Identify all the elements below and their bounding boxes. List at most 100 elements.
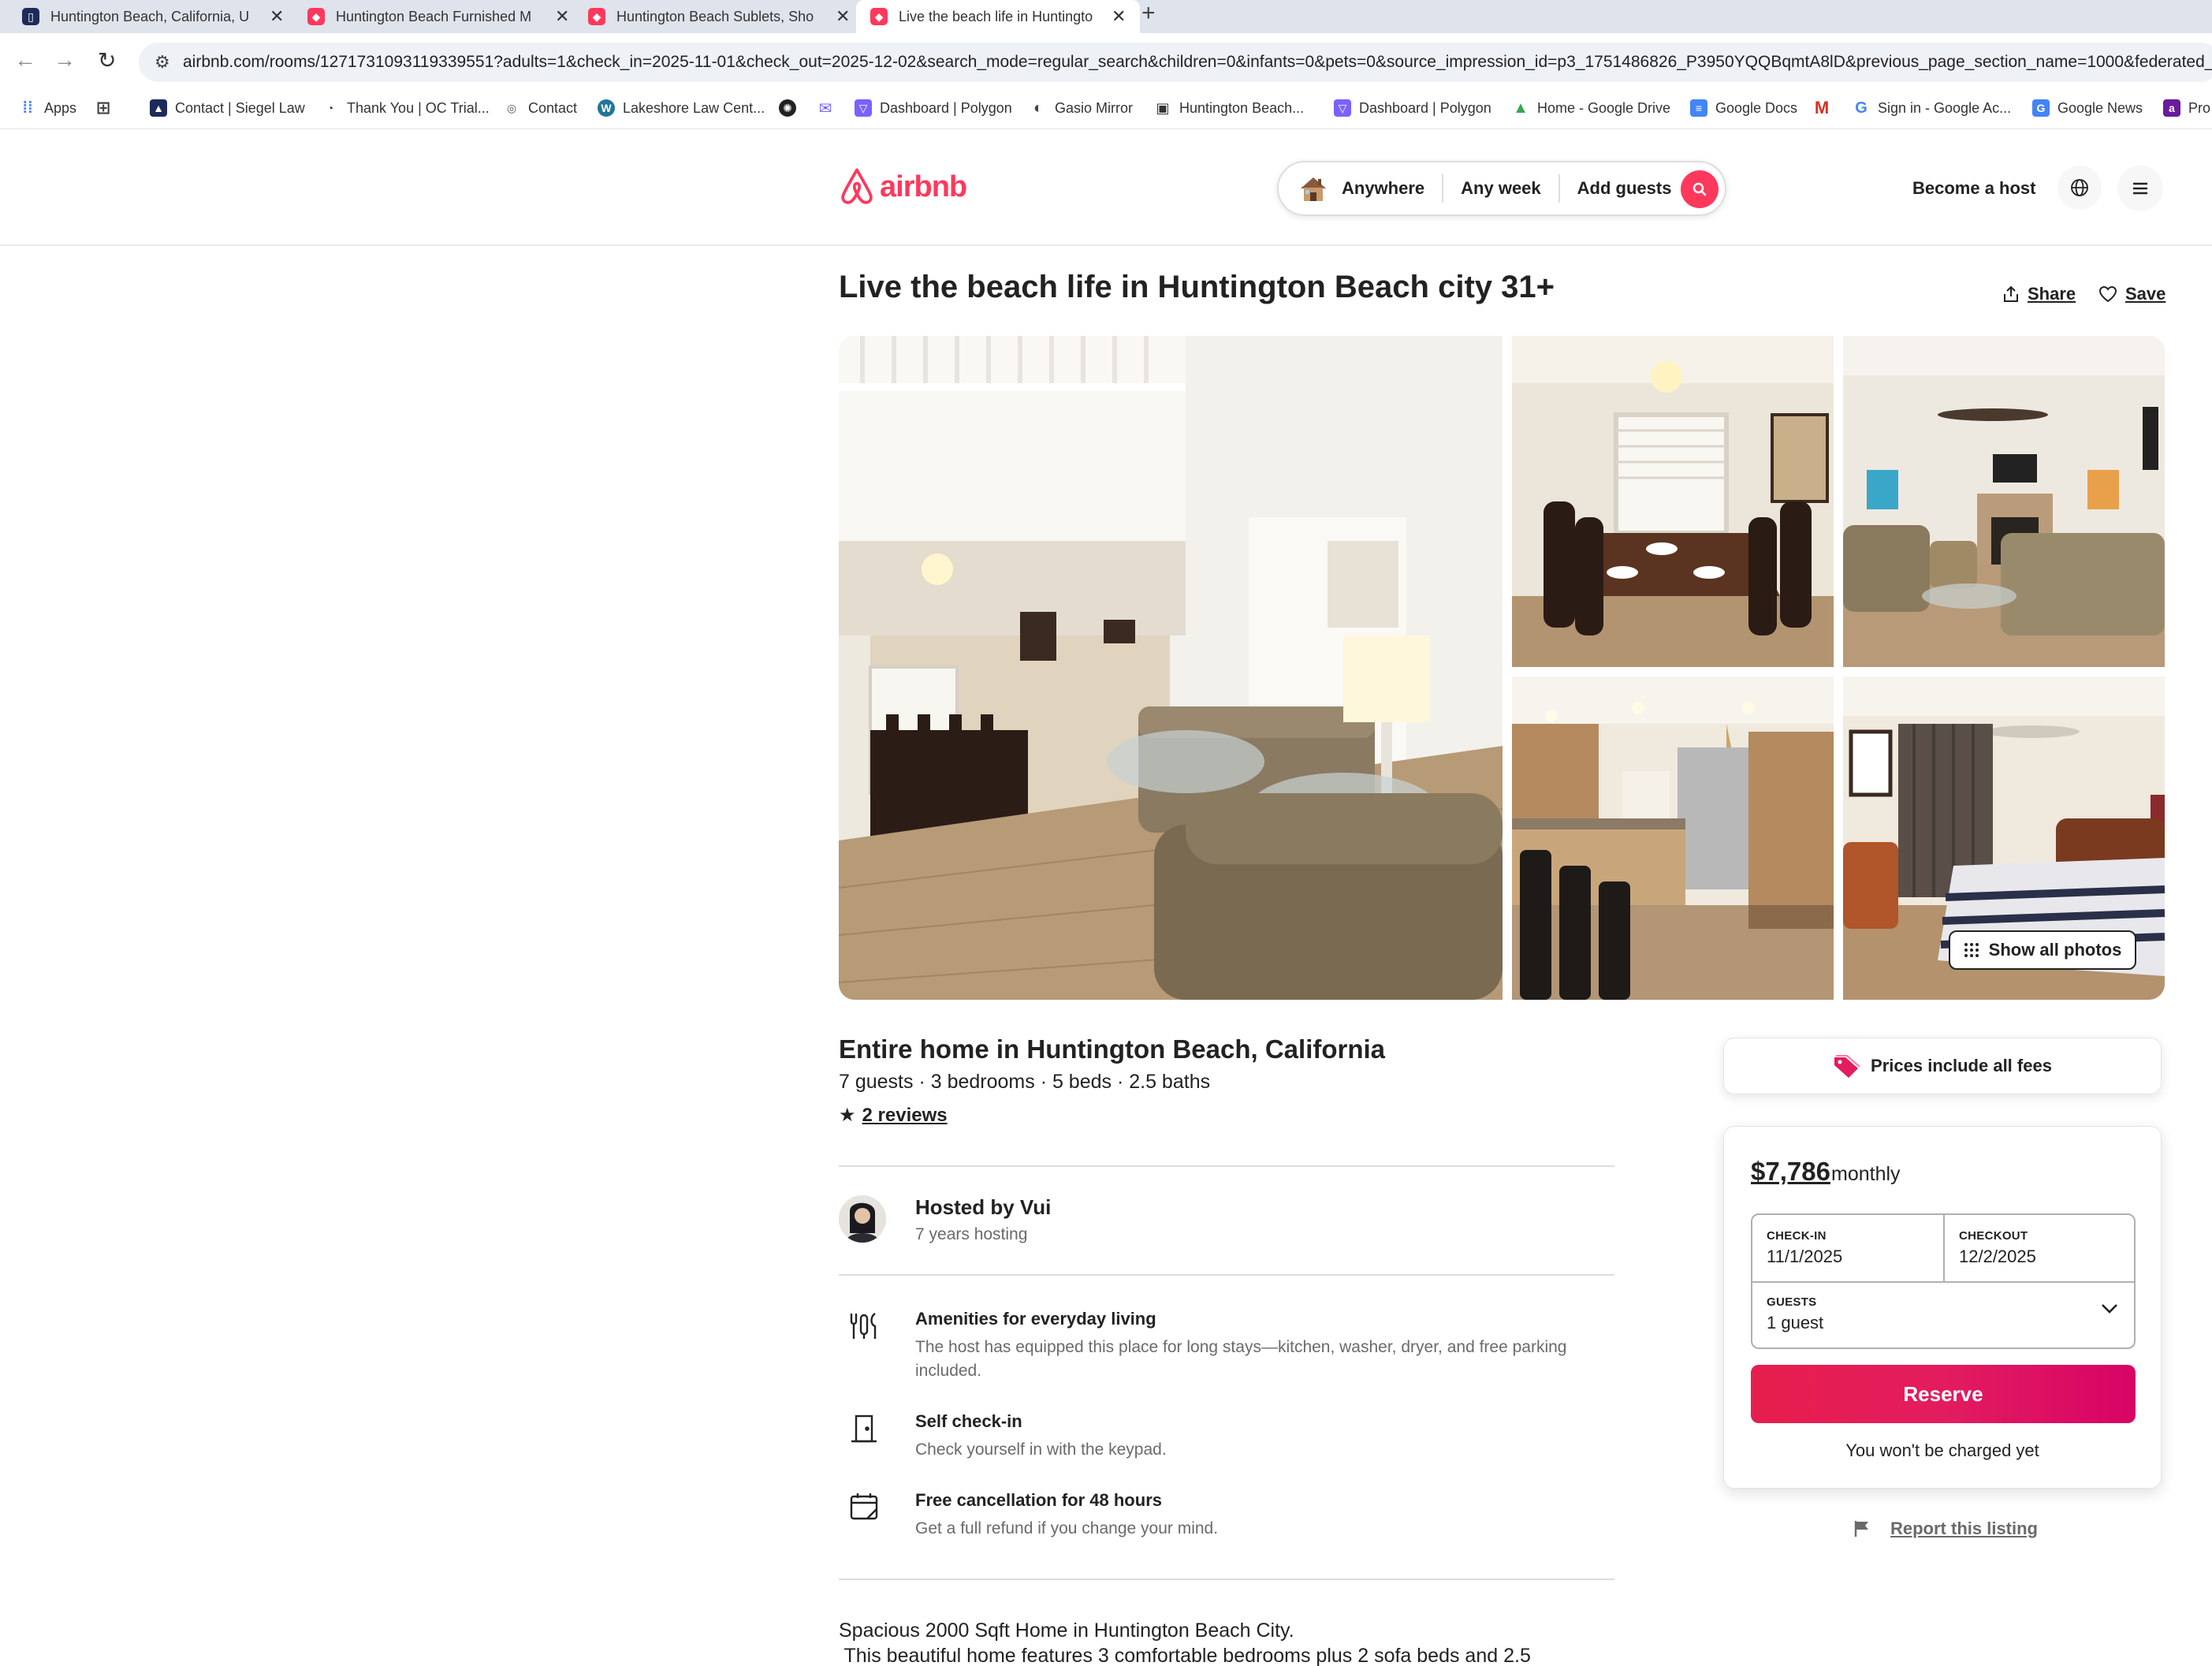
bookmark-apps[interactable]: ⁞⁞ Apps	[19, 99, 76, 117]
airbnb-logo[interactable]: airbnb	[839, 167, 967, 207]
photo-living-room[interactable]	[839, 336, 1503, 1000]
url-bar[interactable]: ⚙ airbnb.com/rooms/1271731093119339551?a…	[139, 43, 2212, 82]
search-icon	[1693, 182, 1707, 196]
fees-notice-text: Prices include all fees	[1871, 1056, 2052, 1075]
show-all-photos-label: Show all photos	[1988, 940, 2122, 960]
search-add-guests[interactable]: Add guests	[1560, 174, 1689, 203]
price[interactable]: $7,786	[1751, 1157, 1830, 1187]
url-text[interactable]: airbnb.com/rooms/1271731093119339551?adu…	[183, 53, 2212, 72]
polygon-icon: ▽	[855, 99, 872, 117]
browser-tab[interactable]: ◆ Huntington Beach Sublets, Sho ✕	[574, 0, 864, 33]
bookmark-item[interactable]: a Pro	[2163, 99, 2210, 117]
grid-icon: ⊞	[95, 98, 111, 117]
divider	[839, 1165, 1614, 1167]
chevron-down-icon[interactable]	[2101, 1303, 2118, 1314]
bookmark-item[interactable]: ◐ Gasio Mirror	[1030, 99, 1133, 117]
back-arrow-icon[interactable]: ←	[14, 47, 36, 73]
share-label: Share	[2028, 284, 2076, 304]
amenities-icon	[850, 1313, 877, 1339]
browser-tab[interactable]: ▯ Huntington Beach, California, U ✕	[8, 0, 298, 33]
price-tag-icon	[1834, 1055, 1860, 1078]
contact-icon: ◎	[506, 101, 517, 114]
bookmarks-bar: ⁞⁞ Apps ⊞ ▲ Contact | Siegel Law ◔ Thank Yo…	[0, 88, 2212, 129]
flag-icon	[1854, 1521, 1868, 1537]
search-any-week[interactable]: Any week	[1443, 174, 1560, 203]
bookmark-label: Contact	[528, 99, 578, 116]
forward-arrow-icon[interactable]: →	[54, 47, 76, 73]
bookmark-item[interactable]: M	[1813, 98, 1838, 117]
save-button[interactable]: Save	[2098, 284, 2165, 304]
share-icon	[2004, 285, 2018, 302]
bookmark-item[interactable]: ▲ Contact | Siegel Law	[150, 99, 305, 117]
bookmark-grid[interactable]: ⊞	[95, 98, 120, 117]
checkin-field[interactable]: CHECK-IN 11/1/2025	[1752, 1215, 1943, 1281]
tab-title: Live the beach life in Huntingto	[899, 8, 1093, 24]
reserve-button[interactable]: Reserve	[1751, 1365, 2136, 1423]
bookmark-item[interactable]: ◎ Contact	[503, 99, 577, 117]
divider	[839, 1578, 1614, 1580]
logo-text: airbnb	[880, 170, 967, 203]
photo-kitchen[interactable]	[1512, 676, 1834, 1000]
show-all-photos-button[interactable]: Show all photos	[1949, 930, 2136, 970]
site-favicon-icon: ▯	[22, 8, 39, 25]
report-listing-link[interactable]: Report this listing	[1854, 1519, 2038, 1539]
bookmark-label: Sign in - Google Ac...	[1878, 99, 2012, 116]
become-host-link[interactable]: Become a host	[1912, 178, 2036, 199]
feature-description: Get a full refund if you change your min…	[915, 1519, 1219, 1537]
bookmark-item[interactable]: W Lakeshore Law Cent...	[598, 99, 765, 117]
bookmark-item[interactable]: ◔ Thank You | OC Trial...	[322, 99, 490, 117]
bookmark-item[interactable]: G Sign in - Google Ac...	[1853, 99, 2011, 117]
search-bar[interactable]: Anywhere Any week Add guests	[1277, 161, 1726, 216]
share-button[interactable]: Share	[2002, 284, 2076, 304]
bookmark-item[interactable]: ✺	[779, 99, 804, 117]
siegel-law-icon: ▲	[150, 99, 167, 117]
listing-specs: 7 guests · 3 bedrooms · 5 beds · 2.5 bat…	[839, 1071, 1211, 1093]
language-button[interactable]	[2057, 166, 2102, 210]
bookmark-item[interactable]: G Google News	[2032, 99, 2143, 117]
browser-tab-strip: ▯ Huntington Beach, California, U ✕ ◆ Hu…	[0, 0, 2212, 33]
checkout-field[interactable]: CHECKOUT 12/2/2025	[1945, 1215, 2137, 1281]
host-avatar[interactable]	[839, 1195, 886, 1243]
browser-tab-active[interactable]: ◆ Live the beach life in Huntingto ✕	[856, 0, 1141, 33]
bookmark-label: Gasio Mirror	[1055, 99, 1134, 116]
reload-icon[interactable]: ↻	[98, 47, 116, 73]
guests-value: 1 guest	[1767, 1313, 1824, 1332]
bookmark-item[interactable]: ≡ Google Docs	[1690, 99, 1797, 117]
bookmark-label: Huntington Beach...	[1179, 99, 1305, 116]
openai-icon: ✺	[779, 99, 796, 117]
calendar-icon	[850, 1493, 878, 1520]
bookmark-item[interactable]: ▽ Dashboard | Polygon	[855, 99, 1012, 117]
new-tab-icon[interactable]: +	[1141, 0, 1156, 27]
tab-title: Huntington Beach Sublets, Sho	[616, 8, 814, 24]
search-anywhere[interactable]: Anywhere	[1324, 174, 1444, 203]
checkin-label: CHECK-IN	[1767, 1229, 1827, 1243]
feature-description: The host has equipped this place for lon…	[915, 1338, 1567, 1380]
main-menu-button[interactable]	[2117, 166, 2163, 211]
bookmark-item[interactable]: ▲ Home - Google Drive	[1512, 99, 1670, 117]
close-tab-icon[interactable]: ✕	[1112, 6, 1126, 27]
description-text: This beautiful home features 3 comfortab…	[839, 1645, 1531, 1666]
bookmark-label: Thank You | OC Trial...	[347, 99, 490, 116]
bookmark-item[interactable]: ▽ Dashboard | Polygon	[1334, 99, 1491, 117]
checkout-label: CHECKOUT	[1959, 1229, 2028, 1243]
guests-dropdown[interactable]: GUESTS 1 guest	[1752, 1283, 2137, 1349]
photo-family-room[interactable]	[1843, 336, 2165, 667]
bookmark-item[interactable]: ▣ Huntington Beach...	[1154, 99, 1304, 117]
bookmark-label: Dashboard | Polygon	[1359, 99, 1491, 116]
search-button[interactable]	[1681, 170, 1719, 208]
star-icon: ★	[839, 1105, 856, 1126]
airbnb-favicon-icon: ◆	[307, 8, 325, 25]
close-tab-icon[interactable]: ✕	[555, 6, 569, 27]
browser-tab[interactable]: ◆ Huntington Beach Furnished M ✕	[293, 0, 583, 33]
close-tab-icon[interactable]: ✕	[836, 6, 850, 27]
fees-notice: Prices include all fees	[1723, 1038, 2162, 1094]
reviews-link[interactable]: ★ 2 reviews	[839, 1104, 948, 1127]
listing-icon: ▣	[1156, 99, 1170, 116]
pro-icon: a	[2163, 99, 2180, 117]
bookmark-item[interactable]: ✉	[817, 99, 842, 117]
site-settings-icon[interactable]: ⚙	[155, 52, 170, 73]
google-icon: G	[1855, 99, 1868, 117]
bookmark-label: Lakeshore Law Cent...	[623, 99, 765, 116]
photo-dining-room[interactable]	[1512, 336, 1834, 667]
close-tab-icon[interactable]: ✕	[270, 6, 284, 27]
